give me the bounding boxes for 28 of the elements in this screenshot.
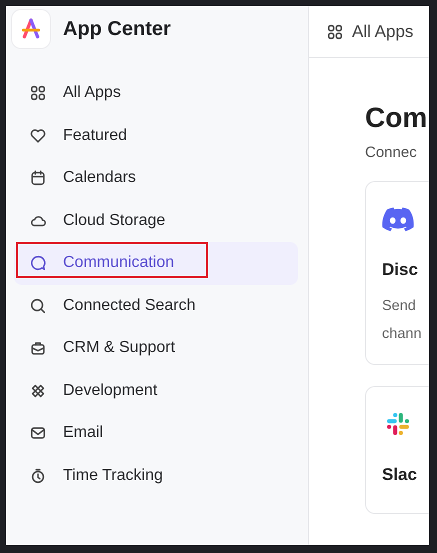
sidebar-item[interactable]: Email [14,412,298,454]
calendar-icon [29,169,47,188]
sidebar-item[interactable]: Cloud Storage [14,200,298,242]
breadcrumb-link[interactable]: All Apps [326,22,414,42]
page-subtitle: Connec [365,144,418,161]
app-card[interactable]: Disc Send chann [365,181,429,365]
page-title: Com [365,102,428,134]
sidebar-item[interactable]: Time Tracking [14,454,298,497]
sidebar-item[interactable]: CRM & Support [14,327,298,370]
app-logo-icon [12,10,50,48]
app-card[interactable]: Slac [365,386,429,514]
stopwatch-icon [29,466,47,485]
sidebar-item[interactable]: Development [14,370,298,412]
chat-bubble-icon [29,254,47,272]
app-name: Disc [382,260,419,280]
search-icon [29,296,47,315]
sidebar-item[interactable]: Connected Search [14,284,298,327]
discord-logo-icon [382,206,414,232]
sidebar-item[interactable]: All Apps [14,72,298,114]
sidebar-item[interactable]: Calendars [14,157,298,200]
app-title: App Center [63,18,171,40]
sidebar-item[interactable]: Featured [14,114,298,157]
app-description: Send chann [382,297,423,344]
grid-icon [29,84,47,102]
sidebar-item[interactable]: Communication [14,242,298,284]
grid-icon [326,22,344,40]
heart-icon [29,126,47,145]
app-name: Slac [382,465,418,485]
